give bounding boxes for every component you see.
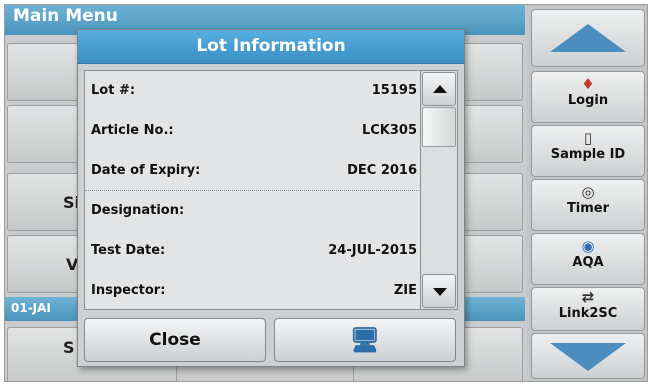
lot-value: 15195 <box>371 83 417 98</box>
expiry-value: DEC 2016 <box>347 163 417 178</box>
bg-tile-checks-label: S <box>63 338 75 357</box>
link2sc-icon: ⇄ <box>581 288 595 306</box>
arrow-down-icon <box>550 343 626 371</box>
lot-label: Lot #: <box>91 83 136 98</box>
sidebar: ♦ Login ▯ Sample ID ◎ Timer ◉ AQA ⇄ Link… <box>527 5 647 381</box>
scrollbar-thumb[interactable] <box>422 107 456 147</box>
arrow-up-icon <box>550 24 626 52</box>
timer-icon: ◎ <box>581 183 595 201</box>
page-title: Main Menu <box>13 6 118 26</box>
article-value: LCK305 <box>361 123 417 138</box>
list-item-inspector: Inspector: ZIE <box>85 271 421 311</box>
login-label: Login <box>567 93 609 108</box>
dialog-title: Lot Information <box>78 30 464 64</box>
link2sc-label: Link2SC <box>558 306 618 321</box>
lot-info-list: Lot #: 15195 Article No.: LCK305 Date of… <box>84 70 422 310</box>
scroll-down-button[interactable] <box>531 333 645 379</box>
computer-button[interactable]: 🖥 <box>274 318 456 362</box>
inspector-label: Inspector: <box>91 283 166 298</box>
timer-label: Timer <box>566 201 610 216</box>
login-button[interactable]: ♦ Login <box>531 71 645 123</box>
article-label: Article No.: <box>91 123 174 138</box>
list-item-article: Article No.: LCK305 <box>85 111 421 151</box>
close-button[interactable]: Close <box>84 318 266 362</box>
expiry-label: Date of Expiry: <box>91 163 201 178</box>
sample-vial-icon: ▯ <box>583 129 593 147</box>
computer-icon: 🖥 <box>349 326 381 354</box>
inspector-value: ZIE <box>393 283 417 298</box>
list-scrollbar[interactable] <box>420 70 458 310</box>
triangle-up-icon <box>433 85 447 93</box>
scroll-up-button[interactable] <box>531 9 645 67</box>
triangle-down-icon <box>433 288 447 296</box>
list-item-expiry: Date of Expiry: DEC 2016 <box>85 151 421 191</box>
close-label: Close <box>149 330 201 350</box>
designation-label: Designation: <box>91 203 185 218</box>
list-scroll-up-button[interactable] <box>422 72 456 106</box>
list-item-lot: Lot #: 15195 <box>85 71 421 111</box>
aqa-label: AQA <box>572 255 604 270</box>
test-date-label: Test Date: <box>91 243 166 258</box>
lot-information-dialog: Lot Information Lot #: 15195 Article No.… <box>77 29 465 367</box>
list-scroll-down-button[interactable] <box>422 274 456 308</box>
test-date-value: 24-JUL-2015 <box>328 243 417 258</box>
list-item-designation: Designation: <box>85 191 421 231</box>
list-item-test-date: Test Date: 24-JUL-2015 <box>85 231 421 271</box>
sample-id-button[interactable]: ▯ Sample ID <box>531 125 645 177</box>
sample-id-label: Sample ID <box>550 147 626 162</box>
aqa-button[interactable]: ◉ AQA <box>531 233 645 285</box>
date-text: 01-JAI <box>11 301 51 315</box>
person-icon: ♦ <box>581 75 595 93</box>
main-screen: Main Menu Si gth V 01-JAI S ent ♦ Login <box>4 4 648 382</box>
link2sc-button[interactable]: ⇄ Link2SC <box>531 287 645 331</box>
timer-button[interactable]: ◎ Timer <box>531 179 645 231</box>
aqa-icon: ◉ <box>581 237 595 255</box>
